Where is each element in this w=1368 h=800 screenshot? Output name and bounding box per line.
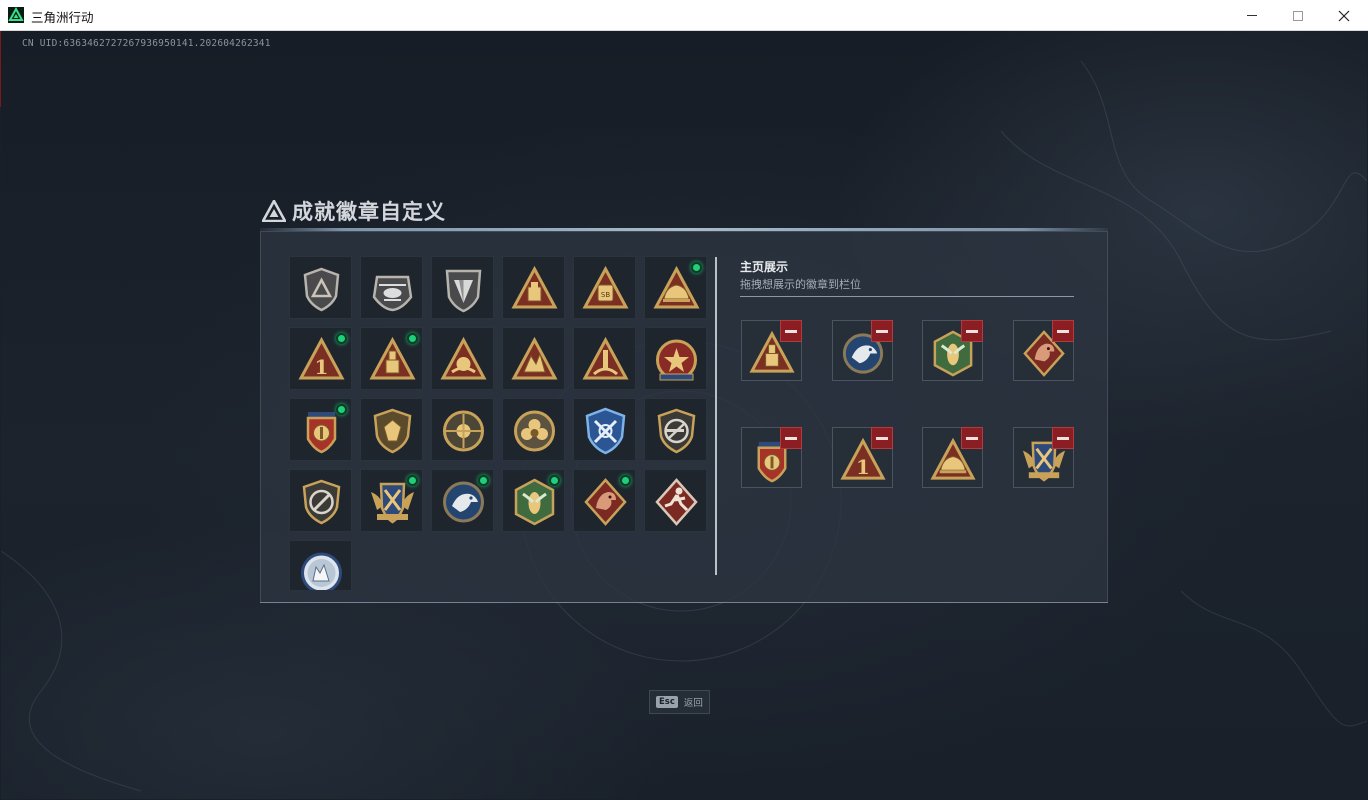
- new-indicator-dot: [549, 475, 560, 486]
- showcase-slot[interactable]: [922, 320, 983, 381]
- badge-cell[interactable]: SB: [573, 256, 636, 319]
- remove-badge-button[interactable]: [871, 320, 893, 342]
- showcase-slot[interactable]: [832, 320, 893, 381]
- badge-cell[interactable]: [573, 327, 636, 390]
- window-title: 三角洲行动: [31, 10, 94, 25]
- new-indicator-dot: [336, 404, 347, 415]
- blue-crossed-shield-badge-icon: [585, 407, 626, 455]
- badge-cell[interactable]: [502, 327, 565, 390]
- badge-cell[interactable]: [573, 398, 636, 461]
- remove-badge-button[interactable]: [871, 427, 893, 449]
- badge-cell[interactable]: [431, 327, 494, 390]
- panel-bottom-border: [260, 602, 1108, 603]
- panel-title: 成就徽章自定义: [292, 200, 446, 224]
- window-titlebar: 三角洲行动: [0, 0, 1368, 31]
- badge-cell[interactable]: [431, 398, 494, 461]
- new-indicator-dot: [691, 262, 702, 273]
- new-indicator-dot: [620, 475, 631, 486]
- gold-triangle-rocket-badge-icon: [582, 336, 629, 380]
- badge-cell[interactable]: [502, 398, 565, 461]
- gold-triangle-sb-badge-icon: SB: [582, 265, 629, 309]
- minus-icon: [785, 329, 797, 333]
- gold-flower-badge-icon: [514, 410, 555, 452]
- gold-triangle-hand-badge-icon: [440, 336, 487, 380]
- panel-divider: [715, 257, 717, 575]
- new-indicator-dot: [407, 333, 418, 344]
- badge-cell[interactable]: [573, 469, 636, 532]
- badge-cell[interactable]: [289, 469, 352, 532]
- badge-cell[interactable]: [644, 327, 707, 390]
- badge-cell[interactable]: [289, 256, 352, 319]
- shield-triangle-badge-icon: [303, 267, 340, 312]
- showcase-slot[interactable]: [1013, 427, 1074, 488]
- badge-grid: SB 1: [289, 256, 709, 590]
- badge-cell[interactable]: [502, 256, 565, 319]
- helicopter-badge-icon: [372, 275, 413, 312]
- minus-icon: [1057, 329, 1069, 333]
- minus-icon: [876, 329, 888, 333]
- badge-cell[interactable]: [360, 256, 423, 319]
- remove-badge-button[interactable]: [961, 320, 983, 342]
- showcase-slot[interactable]: 1: [832, 427, 893, 488]
- maximize-button[interactable]: [1275, 0, 1321, 31]
- badge-cell[interactable]: [431, 256, 494, 319]
- back-button[interactable]: Esc 返回: [649, 690, 710, 714]
- minus-icon: [966, 436, 978, 440]
- minus-icon: [876, 436, 888, 440]
- minus-icon: [785, 436, 797, 440]
- minus-icon: [966, 329, 978, 333]
- remove-badge-button[interactable]: [1052, 427, 1074, 449]
- showcase-slot[interactable]: [741, 320, 802, 381]
- badge-cell[interactable]: [431, 469, 494, 532]
- showcase-underline: [740, 296, 1074, 297]
- showcase-slot[interactable]: [1013, 320, 1074, 381]
- badge-cell[interactable]: [644, 398, 707, 461]
- badge-cell[interactable]: [502, 469, 565, 532]
- svg-text:1: 1: [315, 355, 329, 379]
- knife-no-shield-badge-icon: [302, 479, 341, 525]
- badge-cell[interactable]: 1: [289, 327, 352, 390]
- badge-cell[interactable]: [644, 469, 707, 532]
- minimize-button[interactable]: [1229, 0, 1275, 31]
- badge-cell[interactable]: [289, 398, 352, 461]
- app-logo-icon: [8, 7, 24, 23]
- esc-key-icon: Esc: [656, 696, 678, 708]
- blue-wolf-badge-icon: [301, 552, 342, 590]
- showcase-slot[interactable]: [922, 427, 983, 488]
- close-button[interactable]: [1321, 0, 1367, 31]
- remove-badge-button[interactable]: [1052, 320, 1074, 342]
- remove-badge-button[interactable]: [780, 320, 802, 342]
- remove-badge-button[interactable]: [961, 427, 983, 449]
- new-indicator-dot: [336, 333, 347, 344]
- remove-badge-button[interactable]: [780, 427, 802, 449]
- badge-cell[interactable]: [360, 469, 423, 532]
- arrowhead-shield-badge-icon: [445, 269, 482, 313]
- crosshair-skull-badge-icon: [443, 410, 484, 452]
- gold-gem-shield-badge-icon: [373, 408, 412, 454]
- badge-cell[interactable]: [360, 327, 423, 390]
- showcase-title: 主页展示: [740, 260, 789, 274]
- gold-triangle-box-badge-icon: [511, 265, 558, 309]
- minimize-icon: [1247, 15, 1257, 16]
- delta-logo-icon: [262, 200, 286, 222]
- svg-text:SB: SB: [601, 291, 610, 299]
- star-emblem-badge-icon: [656, 339, 697, 381]
- panel-heading: 成就徽章自定义: [262, 197, 446, 225]
- close-icon: [1338, 10, 1350, 21]
- new-indicator-dot: [407, 475, 418, 486]
- badge-cell[interactable]: [644, 256, 707, 319]
- new-indicator-dot: [478, 475, 489, 486]
- back-label: 返回: [683, 698, 703, 709]
- badge-cell[interactable]: [289, 540, 352, 590]
- showcase-slot[interactable]: [741, 427, 802, 488]
- svg-text:1: 1: [856, 456, 870, 479]
- maximize-icon: [1293, 10, 1303, 21]
- badge-cell[interactable]: [360, 398, 423, 461]
- minus-icon: [1057, 436, 1069, 440]
- rifle-no-shield-badge-icon: [657, 408, 696, 454]
- uid-label: CN UID:6363462727267936950141.2026042623…: [22, 38, 271, 49]
- showcase-subtitle: 拖拽想展示的徽章到栏位: [740, 278, 861, 291]
- gold-triangle-dragon-badge-icon: [511, 336, 558, 380]
- red-runner-badge-icon: [655, 478, 698, 526]
